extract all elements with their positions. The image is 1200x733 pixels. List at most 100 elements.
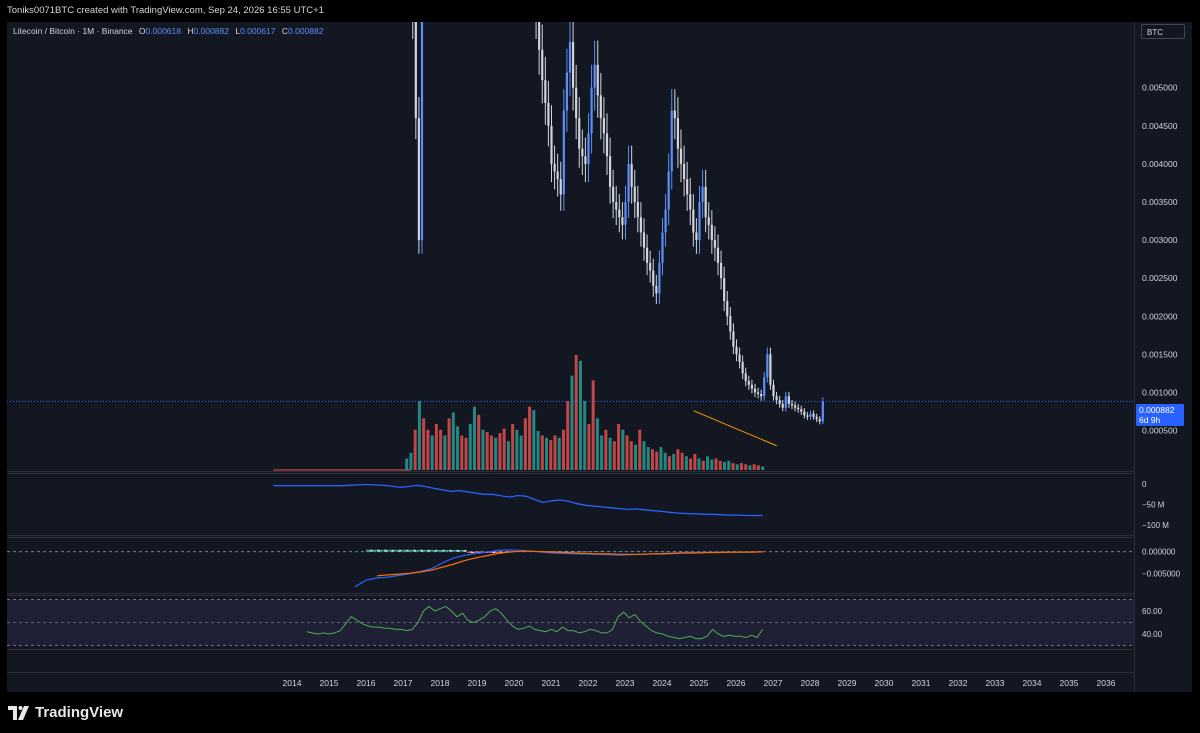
candle-body: [581, 148, 584, 157]
chart-canvas[interactable]: 2014 2015 2016 2017 2018 2019 2020 2021 2022 2023…: [7, 22, 1192, 692]
volume-bar: [612, 441, 616, 470]
candle-body: [556, 171, 559, 180]
volume-bar: [553, 435, 557, 470]
volume-bar: [706, 456, 710, 470]
volume-bar: [727, 460, 731, 470]
macd-histogram-bar: [416, 549, 420, 552]
candle-body: [747, 381, 750, 385]
candle-body: [571, 42, 575, 88]
candle-body: [615, 201, 618, 210]
time-axis-label: 2017: [394, 678, 413, 688]
symbol-legend: Litecoin / Bitcoin · 1M · Binance O0.000…: [13, 26, 323, 36]
time-axis-label: 2028: [801, 678, 820, 688]
candle-body: [565, 72, 569, 111]
candle-body: [667, 171, 670, 210]
low-value: 0.000617: [240, 26, 276, 36]
macd-histogram-bar: [376, 549, 381, 552]
macd-histogram-bar: [459, 549, 463, 552]
close-value: 0.000882: [288, 26, 324, 36]
attribution-text: Toniks0071BTC created with TradingView.c…: [7, 5, 324, 16]
volume-bar: [405, 458, 409, 470]
currency-box[interactable]: BTC: [1141, 24, 1185, 39]
tradingview-logo[interactable]: TradingView: [8, 704, 123, 721]
candle-body: [624, 201, 627, 225]
candle-body: [630, 163, 633, 187]
obv-axis-label: −50 M: [1142, 501, 1165, 510]
time-axis-label: 2033: [986, 678, 1005, 688]
volume-bar: [604, 429, 608, 470]
candle-body: [655, 285, 658, 294]
time-axis-label: 2032: [949, 678, 968, 688]
volume-bar: [591, 380, 595, 470]
candle-body: [575, 87, 578, 119]
volume-bar: [684, 456, 688, 470]
price-axis-label: 0.001000: [1142, 387, 1178, 397]
candle-body: [793, 405, 797, 408]
macd-histogram-bar: [470, 551, 474, 554]
time-axis-label: 2022: [579, 678, 598, 688]
volume-bar: [638, 429, 642, 470]
volume-bar: [629, 441, 633, 470]
candle-body: [818, 419, 821, 422]
candle-body: [612, 186, 615, 202]
volume-bar: [498, 433, 502, 470]
macd-histogram-bar: [398, 549, 402, 552]
time-axis-label: 2024: [653, 678, 672, 688]
candle-body: [676, 118, 680, 149]
candle-body: [605, 133, 609, 157]
candle-body: [417, 118, 421, 241]
volume-bar: [595, 418, 599, 470]
price-axis-label: 0.004000: [1142, 159, 1178, 169]
price-axis-label: 0.003500: [1142, 197, 1178, 207]
candle-body: [541, 49, 544, 81]
chart-frame[interactable]: 2014 2015 2016 2017 2018 2019 2020 2021 2022 2023…: [7, 22, 1192, 692]
candle-body: [750, 384, 754, 389]
candle-body: [649, 262, 652, 271]
volume-bar: [621, 429, 625, 470]
volume-bar: [659, 447, 663, 470]
macd-axis-label: 0.000000: [1142, 548, 1176, 557]
candle-body: [673, 110, 676, 119]
time-axis-label: 2023: [616, 678, 635, 688]
candle-body: [812, 413, 815, 417]
candle-body: [756, 392, 760, 394]
volume-bar: [439, 429, 443, 470]
candle-body: [713, 240, 717, 248]
volume-bar: [739, 463, 743, 470]
candle-body: [645, 247, 649, 263]
volume-bar: [532, 410, 536, 470]
candle-body: [797, 407, 800, 410]
volume-bar: [680, 452, 684, 470]
time-axis-label: 2020: [505, 678, 524, 688]
volume-bar: [714, 458, 718, 470]
candle-body: [707, 217, 710, 225]
time-axis-label: 2019: [468, 678, 487, 688]
candle-body: [578, 118, 581, 149]
tradingview-wordmark: TradingView: [35, 704, 124, 721]
macd-histogram-bar: [366, 549, 370, 552]
footer: TradingView: [0, 692, 1200, 733]
volume-bar: [697, 458, 701, 470]
macd-histogram-bar: [412, 549, 417, 552]
candle-body: [636, 201, 639, 218]
macd-histogram-bar: [373, 549, 377, 552]
volume-bar: [723, 461, 727, 470]
candle-body: [621, 217, 624, 225]
candle-body: [553, 163, 556, 172]
last-price-value: 0.000882: [1139, 405, 1175, 415]
candle-body: [414, 22, 417, 119]
high-value: 0.000882: [193, 26, 229, 36]
candle-body: [806, 415, 809, 417]
candle-body: [627, 163, 630, 202]
volume-bar: [422, 418, 426, 470]
macd-histogram-bar: [402, 549, 406, 552]
time-axis-label: 2025: [690, 678, 709, 688]
candle-body: [726, 301, 729, 317]
time-axis-label: 2030: [875, 678, 894, 688]
candle-body: [689, 194, 692, 210]
candle-body: [775, 396, 778, 401]
volume-bar: [472, 406, 476, 470]
volume-bar: [676, 449, 680, 470]
macd-histogram-bar: [387, 549, 391, 552]
macd-histogram-bar: [384, 549, 388, 552]
